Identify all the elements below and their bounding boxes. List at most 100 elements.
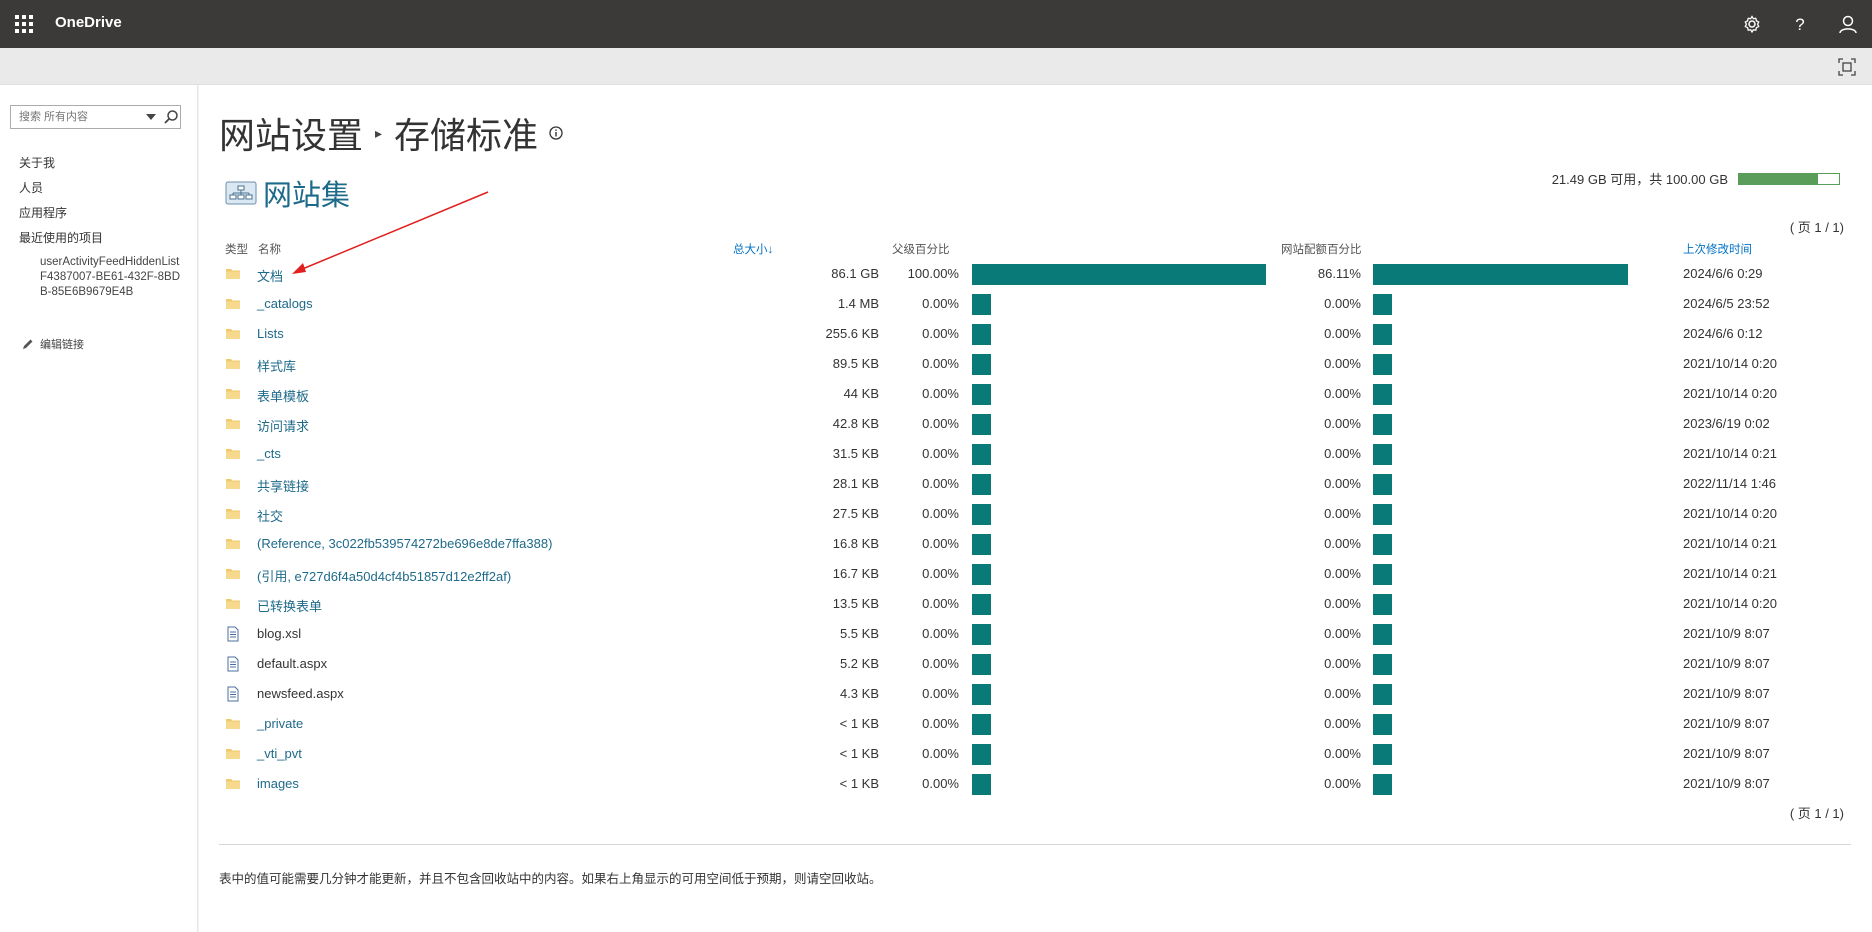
column-header-size[interactable]: 总大小↓ — [733, 241, 773, 257]
app-launcher-icon[interactable] — [12, 12, 36, 36]
table-row: _private < 1 KB 0.00% 0.00% 2021/10/9 8:07 — [199, 710, 1872, 740]
item-size: 13.5 KB — [832, 596, 879, 611]
item-name[interactable]: _private — [257, 716, 303, 731]
item-name[interactable]: blog.xsl — [257, 626, 301, 641]
column-header-quota-percent: 网站配额百分比 — [1281, 244, 1362, 256]
item-size: 89.5 KB — [832, 356, 879, 371]
footnote: 表中的值可能需要几分钟才能更新，并且不包含回收站中的内容。如果右上角显示的可用空… — [219, 872, 882, 886]
quota-percent-bar — [1373, 774, 1392, 795]
item-name[interactable]: Lists — [257, 326, 284, 341]
item-name[interactable]: 文档 — [257, 266, 283, 285]
focus-on-content-icon[interactable] — [1838, 58, 1856, 76]
folder-icon — [225, 296, 241, 312]
quota-percent-bar — [1373, 294, 1392, 315]
item-name[interactable]: (Reference, 3c022fb539574272be696e8de7ff… — [257, 536, 552, 551]
app-name[interactable]: OneDrive — [55, 14, 122, 31]
table-row: Lists 255.6 KB 0.00% 0.00% 2024/6/6 0:12 — [199, 320, 1872, 350]
gear-icon[interactable] — [1740, 12, 1764, 36]
suite-bar: OneDrive ? — [0, 0, 1872, 48]
item-name[interactable]: 表单模板 — [257, 386, 309, 405]
item-parent-percent: 0.00% — [922, 386, 959, 401]
item-modified: 2021/10/14 0:21 — [1683, 446, 1777, 461]
folder-icon — [225, 416, 241, 432]
item-name[interactable]: 样式库 — [257, 356, 296, 375]
column-header-name[interactable]: 名称 — [258, 241, 281, 257]
table-row: 表单模板 44 KB 0.00% 0.00% 2021/10/14 0:20 — [199, 380, 1872, 410]
info-icon[interactable] — [548, 125, 564, 141]
item-size: < 1 KB — [839, 776, 879, 791]
item-modified: 2021/10/14 0:20 — [1683, 596, 1777, 611]
item-name[interactable]: 共享链接 — [257, 476, 309, 495]
item-name[interactable]: (引用, e727d6f4a50d4cf4b51857d12e2ff2af) — [257, 566, 511, 585]
item-quota-percent: 0.00% — [1324, 536, 1361, 551]
quota-percent-bar — [1373, 414, 1392, 435]
quota-percent-bar — [1373, 744, 1392, 765]
column-header-modified[interactable]: 上次修改时间 — [1683, 241, 1752, 257]
parent-percent-bar — [972, 624, 991, 645]
item-size: 86.1 GB — [831, 266, 879, 281]
item-size: 31.5 KB — [832, 446, 879, 461]
item-name[interactable]: 访问请求 — [257, 416, 309, 435]
item-name[interactable]: images — [257, 776, 299, 791]
column-header-type: 类型 — [225, 244, 248, 256]
nav-item-apps[interactable]: 应用程序 — [19, 204, 67, 221]
item-modified: 2021/10/9 8:07 — [1683, 716, 1770, 731]
table-row: _cts 31.5 KB 0.00% 0.00% 2021/10/14 0:21 — [199, 440, 1872, 470]
parent-percent-bar — [972, 774, 991, 795]
nav-item-recent[interactable]: 最近使用的项目 — [19, 229, 103, 246]
parent-percent-bar — [972, 744, 991, 765]
nav-item-about-me[interactable]: 关于我 — [19, 154, 55, 171]
item-quota-percent: 0.00% — [1324, 656, 1361, 671]
item-name[interactable]: _vti_pvt — [257, 746, 302, 761]
parent-percent-bar — [972, 294, 991, 315]
parent-percent-bar — [972, 354, 991, 375]
table-row: blog.xsl 5.5 KB 0.00% 0.00% 2021/10/9 8:07 — [199, 620, 1872, 650]
item-name[interactable]: 已转换表单 — [257, 596, 322, 615]
item-modified: 2021/10/14 0:21 — [1683, 536, 1777, 551]
search-icon[interactable] — [163, 109, 179, 125]
item-quota-percent: 0.00% — [1324, 326, 1361, 341]
search-input[interactable] — [11, 106, 137, 128]
item-parent-percent: 0.00% — [922, 536, 959, 551]
breadcrumb-parent[interactable]: 网站设置 — [219, 107, 363, 159]
help-icon[interactable]: ? — [1788, 12, 1812, 36]
ribbon-bar — [0, 48, 1872, 85]
item-size: 42.8 KB — [832, 416, 879, 431]
quota-bar — [1738, 172, 1840, 185]
table-row: newsfeed.aspx 4.3 KB 0.00% 0.00% 2021/10/9 8… — [199, 680, 1872, 710]
item-name[interactable]: newsfeed.aspx — [257, 686, 344, 701]
pager-top: ( 页 1 / 1) — [1789, 220, 1844, 235]
account-icon[interactable] — [1836, 12, 1860, 36]
parent-percent-bar — [972, 534, 991, 555]
item-modified: 2024/6/6 0:12 — [1683, 326, 1763, 341]
quota-percent-bar — [1373, 504, 1392, 525]
table-row: default.aspx 5.2 KB 0.00% 0.00% 2021/10/9 8:… — [199, 650, 1872, 680]
item-parent-percent: 0.00% — [922, 416, 959, 431]
item-size: 5.2 KB — [839, 656, 879, 671]
quota-percent-bar — [1373, 264, 1628, 285]
site-collection-link[interactable]: 网站集 — [263, 172, 350, 214]
folder-icon — [225, 386, 241, 402]
nav-item-recent-list[interactable]: userActivityFeedHiddenListF4387007-BE61-… — [40, 255, 180, 300]
file-icon — [225, 656, 241, 672]
parent-percent-bar — [972, 564, 991, 585]
item-name[interactable]: default.aspx — [257, 656, 327, 671]
quota-percent-bar — [1373, 684, 1392, 705]
quota-percent-bar — [1373, 444, 1392, 465]
edit-links-button[interactable]: 编辑链接 — [22, 336, 84, 352]
item-name[interactable]: 社交 — [257, 506, 283, 525]
folder-icon — [225, 476, 241, 492]
item-quota-percent: 0.00% — [1324, 686, 1361, 701]
folder-icon — [225, 536, 241, 552]
item-name[interactable]: _cts — [257, 446, 281, 461]
folder-icon — [225, 326, 241, 342]
parent-percent-bar — [972, 444, 991, 465]
parent-percent-bar — [972, 414, 991, 435]
item-parent-percent: 0.00% — [922, 716, 959, 731]
table-row: 社交 27.5 KB 0.00% 0.00% 2021/10/14 0:20 — [199, 500, 1872, 530]
nav-item-people[interactable]: 人员 — [19, 179, 43, 196]
item-modified: 2021/10/9 8:07 — [1683, 626, 1770, 641]
item-name[interactable]: _catalogs — [257, 296, 313, 311]
item-modified: 2022/11/14 1:46 — [1683, 476, 1777, 491]
search-scope-dropdown-icon[interactable] — [144, 111, 158, 123]
